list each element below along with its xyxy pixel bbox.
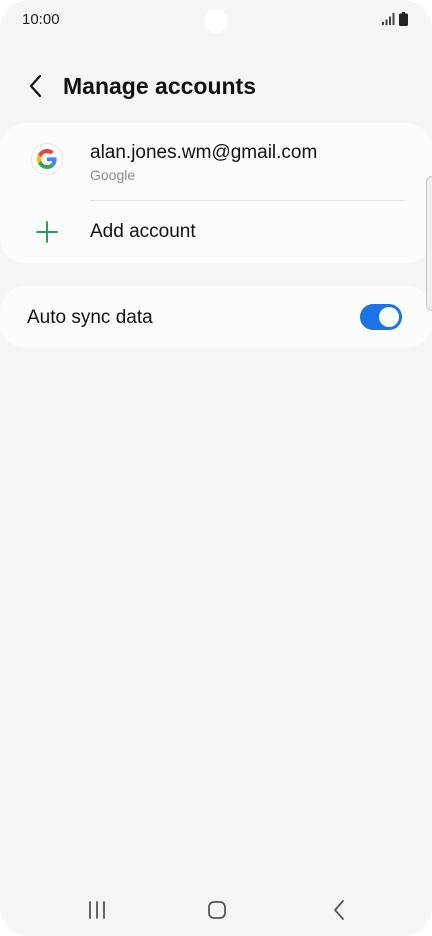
account-item-google[interactable]: alan.jones.wm@gmail.com Google [0,123,432,201]
chevron-left-icon [29,74,42,98]
header: Manage accounts [0,62,432,112]
status-icons [381,12,408,26]
add-account-label: Add account [90,221,196,242]
nav-back-button[interactable] [324,898,354,922]
auto-sync-label: Auto sync data [27,307,153,328]
google-logo-icon [32,144,62,174]
add-account-button[interactable]: Add account [0,201,432,263]
account-provider: Google [90,167,136,183]
home-button[interactable] [202,898,232,922]
home-icon [208,901,226,919]
camera-cutout [204,9,228,33]
plus-icon [36,221,58,243]
recent-apps-button[interactable] [82,898,112,922]
navigation-bar [0,884,432,936]
recent-apps-icon [89,901,105,919]
back-icon [334,900,344,920]
back-button[interactable] [20,70,52,102]
page-title: Manage accounts [63,73,256,99]
status-bar: 10:00 [0,0,432,40]
auto-sync-row[interactable]: Auto sync data [0,286,432,348]
signal-icon [382,13,395,25]
auto-sync-toggle[interactable] [360,304,402,330]
battery-icon [399,12,408,26]
toggle-knob [377,305,401,329]
account-email: alan.jones.wm@gmail.com [90,142,318,163]
accounts-card: alan.jones.wm@gmail.com Google Add accou… [0,123,432,263]
edge-panel-handle[interactable] [426,176,432,311]
phone-screen: 10:00 Manage accounts alan.jones.wm@gmai… [0,0,432,936]
status-time: 10:00 [22,11,60,28]
